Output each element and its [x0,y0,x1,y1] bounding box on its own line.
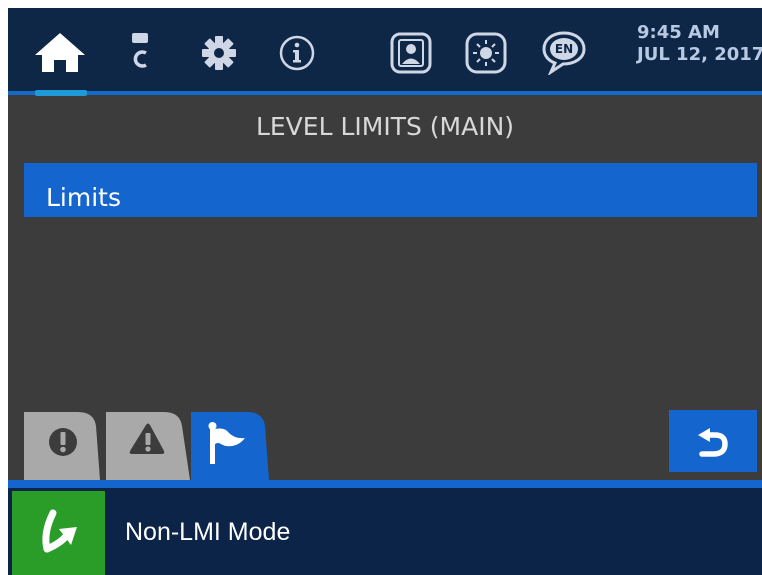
home-icon[interactable] [30,30,90,74]
alarm-icon [49,428,77,456]
bottom-bar [8,488,762,575]
active-tab-indicator [35,90,87,96]
list-item-label: Limits [46,183,121,212]
tab-alarms[interactable] [24,408,104,480]
back-button[interactable] [669,410,757,472]
tabs-baseline [8,480,762,488]
language-icon[interactable]: EN [539,28,589,76]
operator-profile-icon[interactable] [388,30,434,76]
mode-label: Non-LMI Mode [125,518,291,546]
screen: EN 9:45 AM JUL 12, 2017 LEVEL LIMITS (MA… [8,8,762,575]
level-sensor-icon[interactable] [128,30,152,72]
date-text: JUL 12, 2017 [637,44,762,65]
brightness-icon[interactable] [463,30,509,76]
mode-arrow-icon [41,509,77,553]
time-text: 9:45 AM [637,22,720,43]
gear-icon[interactable] [199,33,239,73]
info-icon[interactable] [276,32,318,74]
list-item-limits[interactable]: Limits [24,163,757,217]
tab-warnings[interactable] [106,408,192,480]
top-bar: EN 9:45 AM JUL 12, 2017 [8,8,762,91]
topbar-divider [8,91,762,95]
mode-button[interactable] [12,491,105,575]
page-title: LEVEL LIMITS (MAIN) [255,112,515,141]
language-code: EN [554,42,574,56]
tab-limits-flag[interactable] [191,408,271,480]
return-arrow-icon [698,428,728,457]
clock: 9:45 AM JUL 12, 2017 [637,22,762,66]
